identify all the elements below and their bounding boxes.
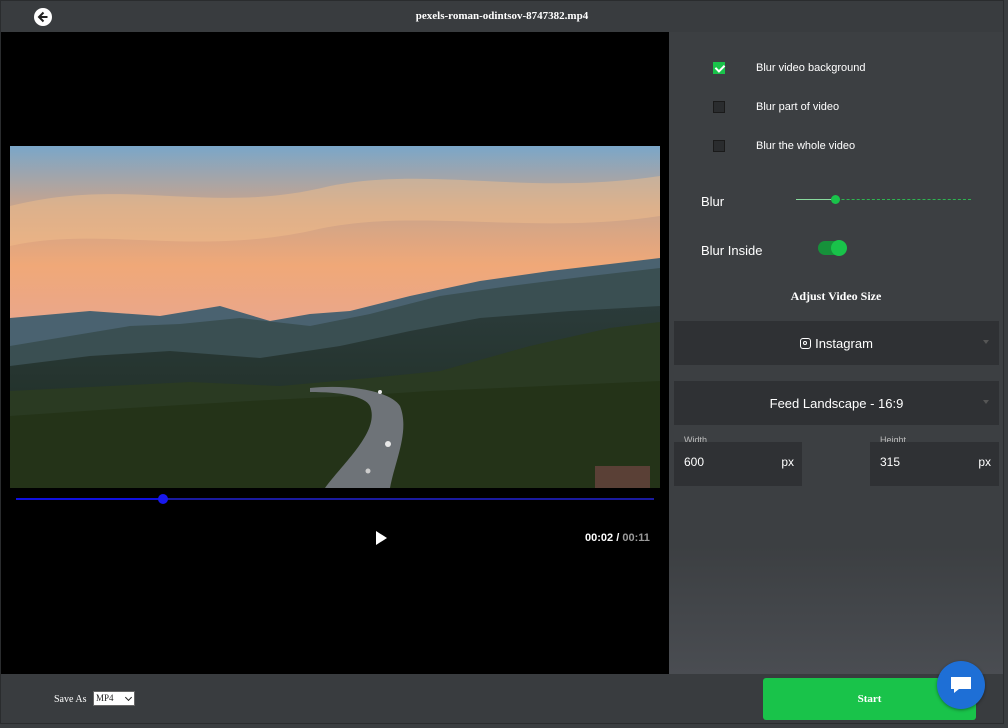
format-value: MP4 [96, 693, 114, 703]
preset-value: Feed Landscape - 16:9 [769, 395, 904, 411]
blur-slider-handle[interactable] [830, 195, 840, 204]
progress-handle[interactable] [157, 494, 168, 504]
top-bar: pexels-roman-odintsov-8747382.mp4 [1, 1, 1003, 32]
blur-inside-toggle[interactable] [818, 240, 847, 256]
option-label: Blur the whole video [756, 140, 856, 152]
option-blur-whole[interactable]: Blur the whole video [713, 138, 855, 154]
platform-value: Instagram [815, 335, 873, 351]
current-time: 00:02 [585, 532, 614, 544]
blur-label: Blur [701, 194, 725, 209]
blur-inside-label: Blur Inside [701, 243, 763, 258]
checkbox-blur-part[interactable] [713, 101, 725, 113]
chevron-down-icon [983, 340, 989, 344]
time-separator: / [616, 532, 620, 544]
blur-slider[interactable] [796, 195, 971, 204]
format-select[interactable]: MP4 [93, 691, 135, 706]
adjust-size-title: Adjust Video Size [790, 289, 882, 303]
height-field[interactable]: 315 px [870, 442, 999, 486]
height-input[interactable]: 315 [880, 455, 900, 469]
video-frame[interactable] [10, 146, 660, 488]
option-blur-background[interactable]: Blur video background [713, 60, 865, 76]
option-blur-part[interactable]: Blur part of video [713, 99, 839, 115]
option-label: Blur part of video [756, 101, 840, 113]
width-unit: px [781, 455, 794, 469]
chat-icon[interactable] [937, 661, 985, 709]
checkbox-blur-whole[interactable] [713, 140, 725, 152]
checkbox-blur-background[interactable] [713, 62, 725, 74]
option-label: Blur video background [756, 62, 866, 74]
preset-select[interactable]: Feed Landscape - 16:9 [674, 381, 999, 425]
chevron-down-icon [983, 400, 989, 404]
platform-select[interactable]: Instagram [674, 321, 999, 365]
progress-fill [16, 498, 163, 500]
width-input[interactable]: 600 [684, 455, 704, 469]
width-field[interactable]: 600 px [674, 442, 802, 486]
blur-slider-fill [796, 199, 835, 200]
progress-bar[interactable] [16, 494, 654, 504]
instagram-icon [800, 337, 812, 349]
toggle-knob [831, 240, 847, 256]
time-display: 00:02 / 00:11 [585, 532, 650, 544]
file-title: pexels-roman-odintsov-8747382.mp4 [415, 10, 589, 22]
play-icon[interactable] [371, 528, 391, 548]
chevron-down-icon [124, 693, 133, 702]
video-player[interactable]: 00:02 / 00:11 [1, 32, 669, 674]
height-unit: px [978, 455, 991, 469]
settings-panel: Blur video background Blur part of video… [669, 32, 1003, 674]
save-as-label: Save As [54, 694, 87, 705]
duration: 00:11 [622, 532, 650, 544]
bottom-bar: Save As MP4 Start [1, 674, 1003, 723]
